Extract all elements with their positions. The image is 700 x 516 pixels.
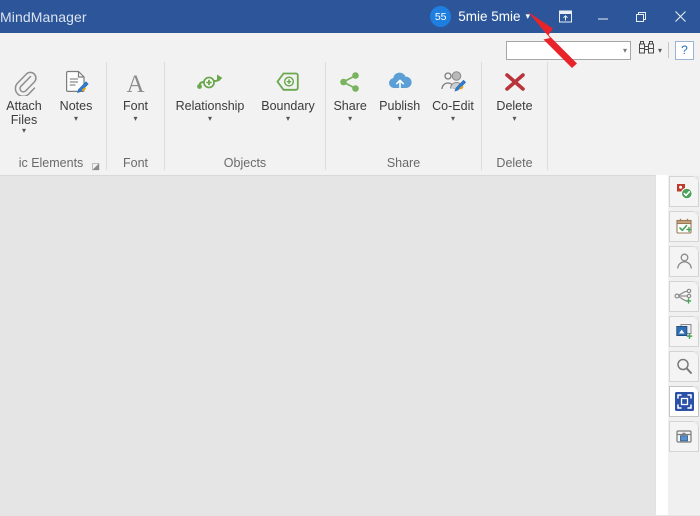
chevron-down-icon[interactable]: ▾ [348, 114, 352, 124]
divider [668, 42, 669, 58]
delete-label: Delete [496, 99, 533, 113]
restore-button[interactable] [622, 0, 660, 33]
avatar[interactable]: 55 [430, 6, 452, 27]
chevron-down-icon[interactable]: ▾ [398, 114, 402, 124]
co-edit-person-pencil-icon [439, 65, 467, 99]
mindmanager-window: MindManager 55 5mie 5mie ▾ ▾ ▾ ? Attach … [0, 0, 700, 516]
ribbon-group-objects: Relationship ▾ Boundary ▾ Objects [165, 57, 325, 175]
font-button[interactable]: A Font ▾ [112, 65, 160, 124]
font-letter-a-icon: A [123, 65, 148, 99]
chevron-down-icon[interactable]: ▾ [286, 114, 290, 124]
add-topic-map-icon[interactable] [669, 281, 699, 312]
map-canvas[interactable] [0, 175, 655, 516]
minimize-button[interactable] [584, 0, 622, 33]
ribbon-group-share: Share ▾ Publish ▾ Co-Edit ▾ Share [326, 57, 481, 175]
binoculars-find-icon [638, 40, 655, 60]
task-info-flag-check-icon[interactable] [669, 176, 699, 207]
delete-button[interactable]: Delete ▾ [487, 65, 543, 124]
ribbon-group-label-objects: Objects [223, 156, 267, 170]
notes-label: Notes [59, 99, 93, 113]
co-edit-button[interactable]: Co-Edit ▾ [426, 65, 480, 124]
ribbon-group-label-topic-elements: ic Elements ◪ [18, 156, 100, 171]
chevron-down-icon[interactable]: ▾ [451, 114, 455, 124]
close-button[interactable] [660, 0, 700, 33]
co-edit-label: Co-Edit [432, 99, 474, 113]
share-nodes-icon [337, 65, 363, 99]
dialog-launcher-icon[interactable]: ◪ [91, 162, 100, 171]
notes-button[interactable]: Notes ▾ [52, 65, 100, 124]
calendar-add-task-icon[interactable] [669, 211, 699, 242]
notes-page-pencil-icon [63, 65, 89, 99]
resources-person-icon[interactable] [669, 246, 699, 277]
find-button[interactable]: ▾ [638, 40, 662, 60]
font-label: Font [122, 99, 148, 113]
title-bar-right-group: 55 5mie 5mie ▾ [430, 0, 700, 33]
ribbon-group-label-share: Share [386, 156, 421, 170]
publish-button[interactable]: Publish ▾ [373, 65, 426, 124]
relationship-arrow-icon [195, 65, 225, 99]
chevron-down-icon[interactable]: ▾ [22, 126, 26, 136]
ribbon-group-topic-elements: Attach Files ▾ Notes ▾ ic Elements ◪ [0, 57, 106, 175]
ribbon-group-label-font: Font [122, 156, 148, 170]
ribbon-group-label-delete: Delete [496, 156, 533, 170]
ribbon-groups: Attach Files ▾ Notes ▾ ic Elements ◪ A F… [0, 57, 548, 175]
boundary-label: Boundary [261, 99, 315, 113]
paperclip-icon [11, 65, 38, 99]
chevron-down-icon[interactable]: ▾ [74, 114, 78, 124]
ribbon-display-options-icon[interactable] [546, 0, 584, 33]
chevron-down-icon[interactable]: ▾ [525, 11, 530, 22]
help-button[interactable]: ? [675, 40, 694, 60]
selection-frame-icon[interactable] [669, 386, 699, 417]
share-button[interactable]: Share ▾ [327, 65, 373, 124]
red-x-delete-icon [502, 65, 528, 99]
publish-label: Publish [379, 99, 421, 113]
chevron-down-icon[interactable]: ▾ [208, 114, 212, 124]
add-image-icon[interactable] [669, 316, 699, 347]
title-bar: MindManager 55 5mie 5mie ▾ [0, 0, 700, 33]
ribbon-group-font: A Font ▾ Font [107, 57, 164, 175]
search-magnifier-icon[interactable] [669, 351, 699, 382]
chevron-down-icon[interactable]: ▾ [623, 46, 627, 55]
cloud-upload-icon [386, 65, 414, 99]
chevron-down-icon[interactable]: ▾ [512, 114, 516, 124]
share-label: Share [333, 99, 367, 113]
relationship-button[interactable]: Relationship ▾ [167, 65, 253, 124]
divider [547, 62, 548, 170]
task-pane-rail [668, 175, 700, 515]
boundary-button[interactable]: Boundary ▾ [253, 65, 323, 124]
attach-files-label: Attach Files [6, 99, 42, 127]
relationship-label: Relationship [175, 99, 245, 113]
app-title: MindManager [0, 8, 87, 25]
boundary-shape-icon [274, 65, 302, 99]
library-folder-icon[interactable] [669, 421, 699, 452]
chevron-down-icon[interactable]: ▾ [658, 46, 662, 55]
chevron-down-icon[interactable]: ▾ [133, 114, 137, 124]
account-name[interactable]: 5mie 5mie [458, 9, 520, 24]
attach-files-button[interactable]: Attach Files ▾ [0, 65, 52, 136]
ribbon-group-delete: Delete ▾ Delete [482, 57, 547, 175]
svg-text:A: A [126, 71, 144, 96]
ribbon: ▾ ▾ ? Attach Files ▾ Notes ▾ ic Elements… [0, 33, 700, 176]
